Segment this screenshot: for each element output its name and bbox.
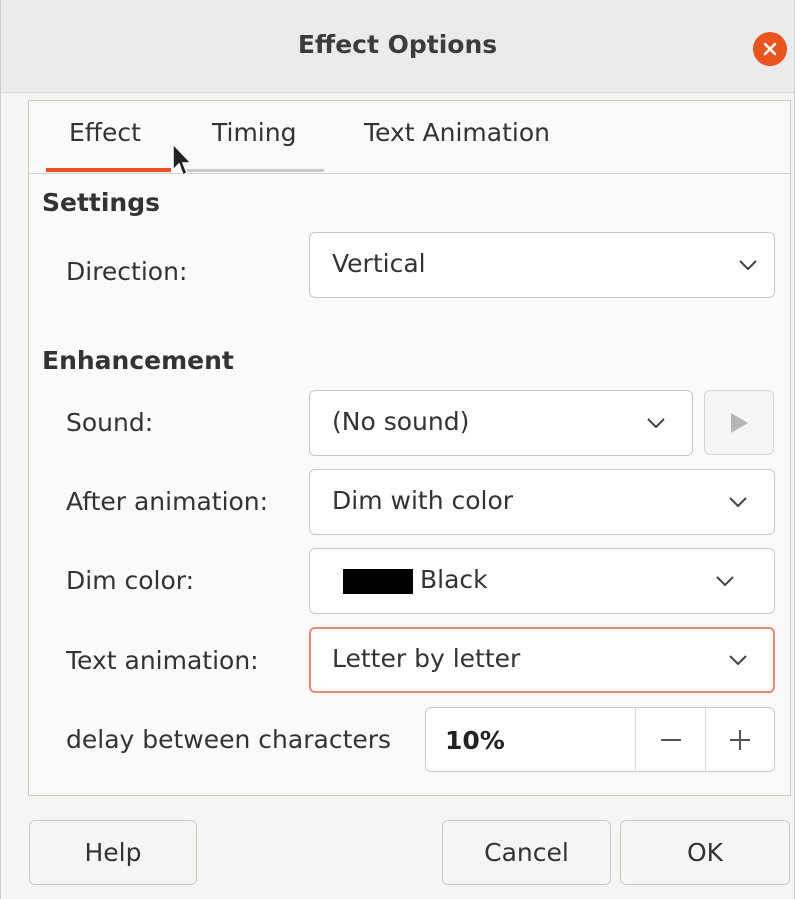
text-animation-select[interactable]: Letter by letter [309, 627, 775, 693]
tab-timing[interactable]: Timing [212, 118, 296, 147]
effect-options-dialog: Effect Options Effect Timing Text Animat… [0, 0, 795, 899]
plus-icon [730, 729, 750, 750]
text-animation-value: Letter by letter [332, 644, 521, 673]
chevron-down-icon [726, 470, 750, 534]
after-animation-select[interactable]: Dim with color [309, 469, 775, 535]
chevron-down-icon [644, 391, 668, 455]
spin-divider [635, 708, 636, 771]
play-icon [731, 412, 748, 433]
sound-select[interactable]: (No sound) [309, 390, 693, 456]
sound-value: (No sound) [332, 407, 470, 436]
text-animation-label: Text animation: [66, 646, 259, 675]
dim-color-value: Black [420, 565, 488, 594]
delay-label: delay between characters [66, 725, 392, 754]
hover-tab-indicator [183, 169, 324, 172]
help-button[interactable]: Help [29, 820, 197, 885]
direction-value: Vertical [332, 249, 426, 278]
ok-button[interactable]: OK [620, 820, 790, 885]
dim-color-label: Dim color: [66, 566, 195, 595]
cancel-button[interactable]: Cancel [442, 820, 611, 885]
color-swatch [343, 569, 413, 594]
minus-icon [661, 738, 681, 741]
mouse-pointer-icon [172, 142, 193, 177]
settings-heading: Settings [42, 188, 161, 217]
delay-spinbutton[interactable]: 10% [425, 707, 775, 772]
after-animation-value: Dim with color [332, 486, 514, 515]
chevron-down-icon [726, 629, 750, 691]
after-animation-label: After animation: [66, 487, 269, 516]
chevron-down-icon [713, 549, 737, 613]
close-icon [763, 42, 777, 56]
close-button[interactable] [753, 32, 787, 66]
decrement-button[interactable] [637, 708, 705, 771]
dim-color-select[interactable]: Black [309, 548, 775, 614]
play-sound-button[interactable] [704, 390, 774, 455]
selected-tab-indicator [46, 168, 171, 172]
tab-effect[interactable]: Effect [69, 118, 141, 147]
enhancement-heading: Enhancement [42, 346, 234, 375]
chevron-down-icon [736, 233, 760, 297]
delay-value[interactable]: 10% [445, 726, 505, 755]
tab-separator [29, 173, 790, 174]
dialog-title: Effect Options [297, 30, 498, 59]
tab-text-animation[interactable]: Text Animation [364, 118, 550, 147]
direction-label: Direction: [66, 257, 188, 286]
title-bar: Effect Options [1, 0, 794, 93]
direction-select[interactable]: Vertical [309, 232, 775, 298]
increment-button[interactable] [706, 708, 774, 771]
sound-label: Sound: [66, 408, 154, 437]
